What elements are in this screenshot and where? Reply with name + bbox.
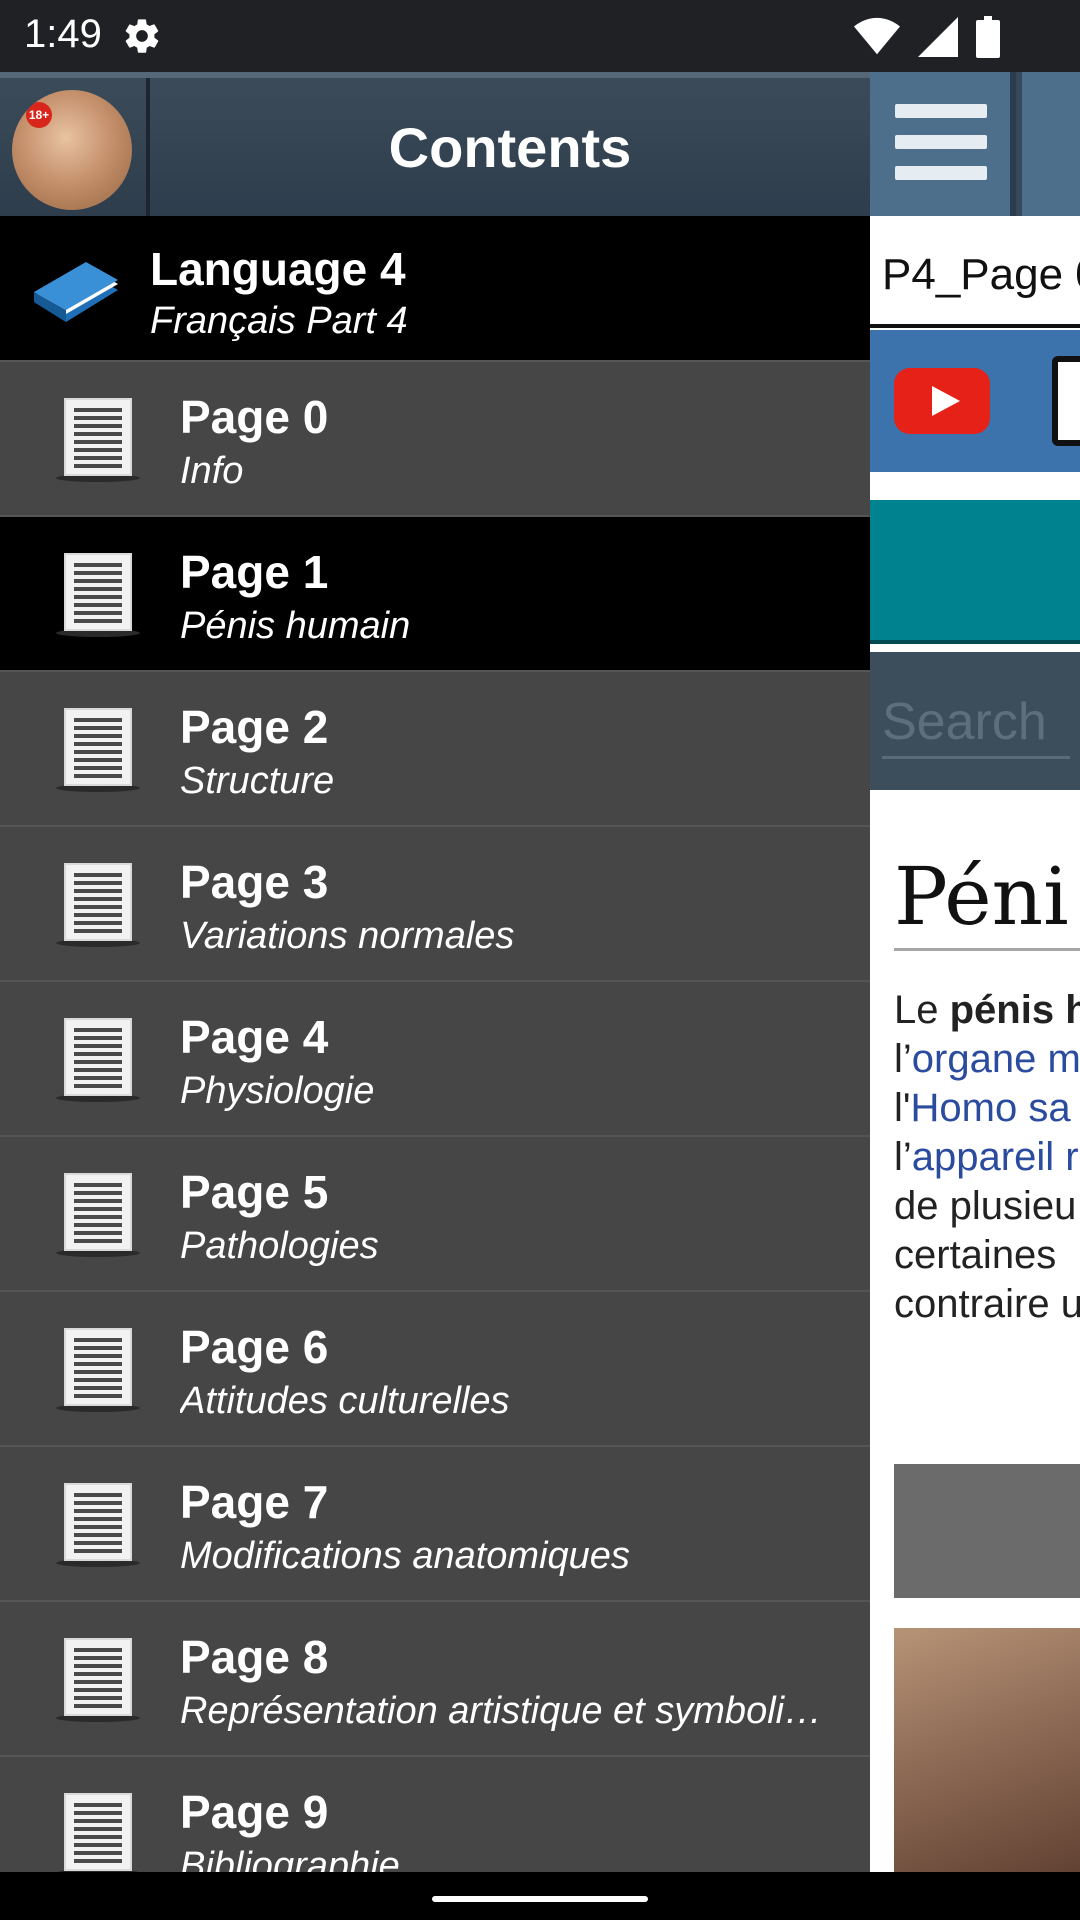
page-id-label: P4_Page 0	[870, 216, 1080, 328]
age-badge: 18+	[26, 102, 52, 128]
system-nav-bar	[0, 1872, 1080, 1920]
status-icons	[854, 16, 1000, 58]
background-page: P4_Page 0 Search Péni Le pénis h l’organ…	[870, 72, 1080, 1872]
heading-divider	[894, 948, 1080, 951]
page-title: Page 6	[180, 1321, 329, 1373]
page-subtitle: Représentation artistique et symboli…	[180, 1690, 823, 1732]
home-gesture-handle[interactable]	[432, 1896, 648, 1902]
list-item-page-2[interactable]: Page 2 Structure	[0, 672, 870, 827]
document-icon[interactable]	[1052, 356, 1080, 446]
page-title: Page 8	[180, 1631, 329, 1683]
page-subtitle: Structure	[180, 760, 335, 802]
hamburger-menu-button[interactable]	[870, 72, 1016, 216]
contents-list: Language 4 Français Part 4 Page 0 Info P…	[0, 216, 870, 1872]
app-logo: 18+	[12, 90, 132, 210]
language-title: Language 4	[150, 243, 406, 295]
page-title: Page 9	[180, 1786, 329, 1838]
drawer-header: 18+ Contents	[0, 72, 870, 216]
document-page-icon	[56, 1018, 140, 1102]
page-subtitle: Pathologies	[180, 1225, 379, 1267]
list-item-page-7[interactable]: Page 7 Modifications anatomiques	[0, 1447, 870, 1602]
page-subtitle: Bibliographie	[180, 1845, 400, 1872]
list-item-page-8[interactable]: Page 8 Représentation artistique et symb…	[0, 1602, 870, 1757]
page-subtitle: Info	[180, 450, 244, 492]
screen: 1:49 P4_Page 0 Search Péni Le pénis h l’…	[0, 0, 1080, 1920]
language-item[interactable]: Language 4 Français Part 4	[0, 216, 870, 362]
document-page-icon	[56, 863, 140, 947]
page-subtitle: Physiologie	[180, 1070, 375, 1112]
article-paragraph: Le pénis h l’organe m l'Homo sa l’appare…	[894, 988, 1080, 1326]
document-page-icon	[56, 553, 140, 637]
document-page-icon	[56, 1793, 140, 1872]
wifi-icon	[854, 17, 900, 55]
page-title: Page 4	[180, 1011, 329, 1063]
list-item-page-6[interactable]: Page 6 Attitudes culturelles	[0, 1292, 870, 1447]
document-page-icon	[56, 1173, 140, 1257]
list-item-page-1[interactable]: Page 1 Pénis humain	[0, 517, 870, 672]
page-subtitle: Modifications anatomiques	[180, 1535, 630, 1577]
settings-gear-icon	[125, 19, 159, 53]
article-content: Péni Le pénis h l’organe m l'Homo sa l’a…	[870, 790, 1080, 1872]
document-page-icon	[56, 1483, 140, 1567]
page-subtitle: Attitudes culturelles	[180, 1380, 510, 1422]
article-link[interactable]: Homo sa	[911, 1086, 1071, 1130]
document-page-icon	[56, 1328, 140, 1412]
list-item-page-3[interactable]: Page 3 Variations normales	[0, 827, 870, 982]
language-subtitle: Français Part 4	[150, 300, 408, 342]
page-subtitle: Variations normales	[180, 915, 515, 957]
navigation-drawer: 18+ Contents Language 4 Français Part 4 …	[0, 72, 870, 1872]
page-subtitle: Pénis humain	[180, 605, 411, 647]
search-input[interactable]: Search	[882, 692, 1047, 752]
list-item-page-4[interactable]: Page 4 Physiologie	[0, 982, 870, 1137]
list-item-page-9[interactable]: Page 9 Bibliographie	[0, 1757, 870, 1872]
article-image: ①—	[894, 1628, 1080, 1872]
book-icon	[34, 262, 118, 322]
document-page-icon	[56, 708, 140, 792]
document-page-icon	[56, 1638, 140, 1722]
status-bar: 1:49	[0, 0, 1080, 72]
media-toolbar	[870, 330, 1080, 472]
drawer-title: Contents	[388, 115, 632, 179]
page-title: Page 5	[180, 1166, 329, 1218]
background-toolbar	[870, 72, 1080, 216]
app-logo-box: 18+	[0, 78, 150, 216]
article-link[interactable]: appareil r	[912, 1135, 1079, 1179]
status-time: 1:49	[24, 12, 102, 56]
list-item-page-5[interactable]: Page 5 Pathologies	[0, 1137, 870, 1292]
page-title: Page 0	[180, 391, 329, 443]
youtube-icon[interactable]	[894, 368, 990, 434]
teal-banner	[870, 500, 1080, 644]
page-title: Page 7	[180, 1476, 329, 1528]
cell-signal-icon	[918, 17, 958, 57]
toolbar-button[interactable]	[1022, 72, 1080, 216]
article-heading: Péni	[894, 850, 1069, 943]
page-title: Page 2	[180, 701, 329, 753]
gray-block	[894, 1464, 1080, 1598]
page-title: Page 1	[180, 546, 329, 598]
document-page-icon	[56, 398, 140, 482]
page-title: Page 3	[180, 856, 329, 908]
list-item-page-0[interactable]: Page 0 Info	[0, 362, 870, 517]
battery-icon	[976, 16, 1000, 58]
search-bar[interactable]: Search	[870, 652, 1080, 790]
article-link[interactable]: organe m	[912, 1037, 1080, 1081]
